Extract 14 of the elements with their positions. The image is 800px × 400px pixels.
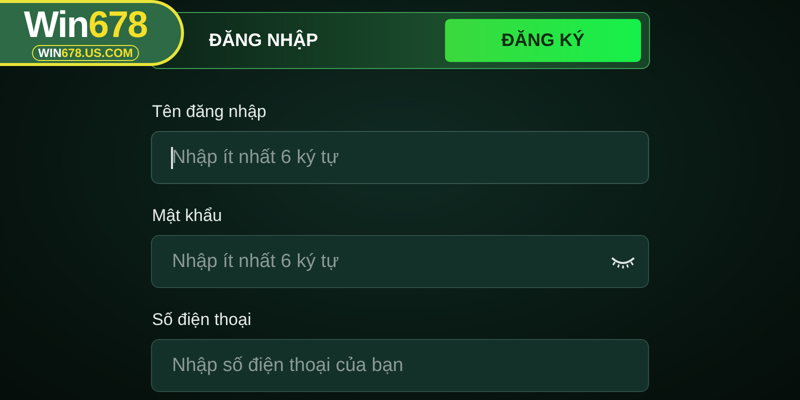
input-field[interactable]: Nhập ít nhất 6 ký tự — [151, 131, 649, 184]
field-label: Tên đăng nhập — [152, 102, 268, 122]
domain-part: WIN — [38, 46, 62, 60]
domain-part: 678.US.COM — [61, 46, 133, 60]
closed-eye-icon[interactable] — [609, 255, 637, 269]
tab[interactable]: ĐĂNG NHẬP — [191, 19, 437, 62]
input-field[interactable]: Nhập ít nhất 6 ký tự — [151, 235, 649, 288]
brand-name-part: Win — [24, 4, 88, 44]
brand-name-part: 678 — [88, 4, 148, 44]
input-field[interactable]: Nhập số điện thoại của bạn — [151, 339, 649, 392]
field-label: Mật khẩu — [152, 206, 223, 226]
text-cursor — [171, 147, 173, 169]
field-label: Số điện thoại — [152, 310, 252, 330]
tab[interactable]: ĐĂNG KÝ — [445, 19, 641, 62]
